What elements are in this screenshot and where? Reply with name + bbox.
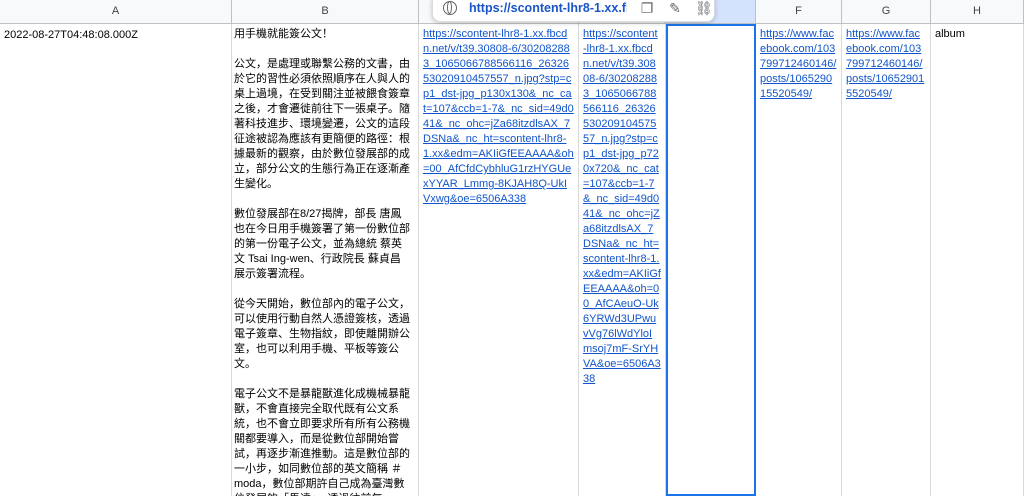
- column-header-h[interactable]: H: [931, 0, 1024, 23]
- cell-post-url-2[interactable]: https://www.facebook.com/103799712460146…: [842, 24, 931, 496]
- cell-full-image-url[interactable]: https://scontent-lhr8-1.xx.fbcdn.net/v/t…: [579, 24, 666, 496]
- cell-post-url-1[interactable]: https://www.facebook.com/103799712460146…: [756, 24, 842, 496]
- link-preview-url[interactable]: https://scontent-lhr8-1.xx.fbcdn.net/: [469, 1, 627, 15]
- cell-timestamp[interactable]: 2022-08-27T04:48:08.000Z: [0, 24, 232, 496]
- column-header-f[interactable]: F: [756, 0, 842, 23]
- cell-type[interactable]: album: [931, 24, 1024, 496]
- column-header-a[interactable]: A: [0, 0, 232, 23]
- globe-icon: [443, 1, 457, 15]
- spreadsheet: A B F G H 2022-08-27T04:48:08.000Z 用手機就能…: [0, 0, 1024, 496]
- cell-selected-empty[interactable]: [666, 24, 756, 496]
- link-preview-chip: https://scontent-lhr8-1.xx.fbcdn.net/ ❐ …: [432, 0, 715, 22]
- column-header-b[interactable]: B: [232, 0, 419, 23]
- copy-icon[interactable]: ❐: [639, 0, 655, 17]
- cell-thumbnail-url[interactable]: https://scontent-lhr8-1.xx.fbcdn.net/v/t…: [419, 24, 579, 496]
- unlink-icon[interactable]: ⛓: [695, 0, 713, 17]
- edit-icon[interactable]: ✎: [667, 0, 683, 17]
- column-header-g[interactable]: G: [842, 0, 931, 23]
- cell-message[interactable]: 用手機就能簽公文！ 公文，是處理或聯繫公務的文書，由於它的習性必須依照順序在人與…: [232, 24, 419, 496]
